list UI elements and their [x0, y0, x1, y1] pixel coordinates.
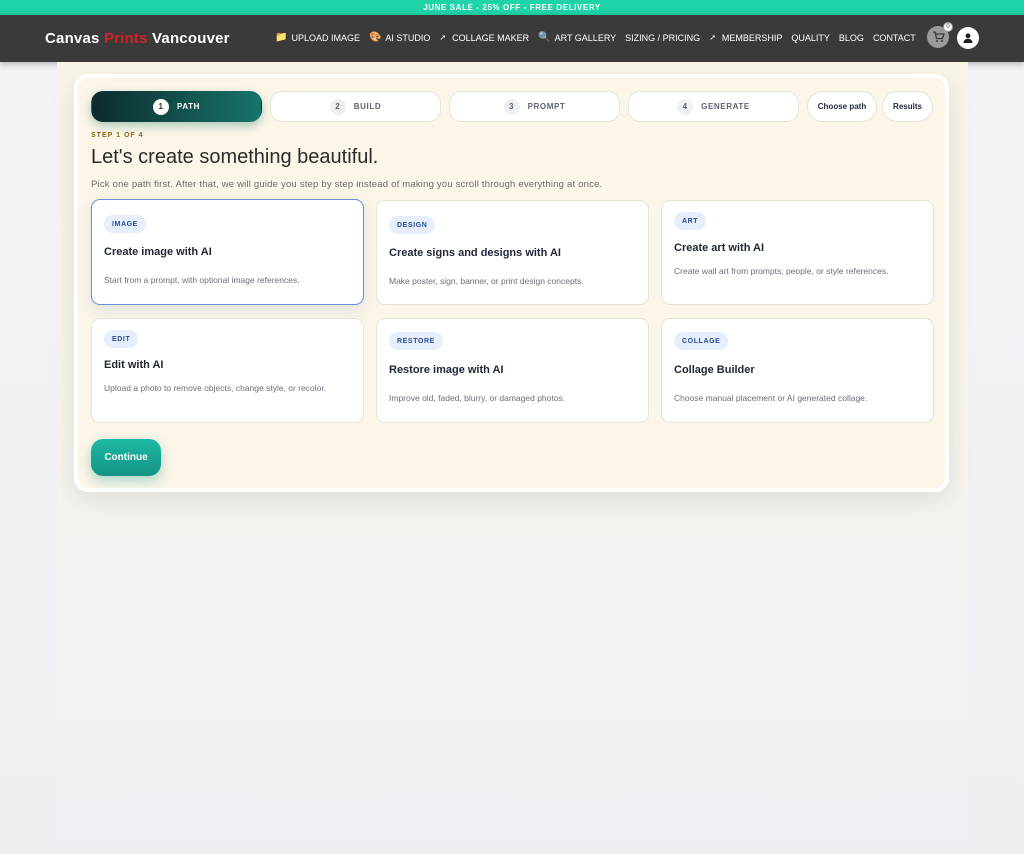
page-subtitle: Pick one path first. After that, we will…	[91, 179, 603, 190]
card-badge: DESIGN	[389, 216, 436, 234]
card-description: Choose manual placement or AI generated …	[674, 393, 868, 403]
step-number: 3	[503, 98, 520, 115]
step-number: 4	[677, 98, 694, 115]
card-badge: COLLAGE	[674, 332, 729, 350]
logo-text-vancouver: Vancouver	[147, 30, 230, 47]
logo-text-prints: Prints	[103, 30, 148, 47]
card-description: Start from a prompt, with optional image…	[104, 275, 300, 285]
nav-art-gallery[interactable]: 🔍 ART GALLERY	[538, 32, 616, 43]
site-header: Canvas Prints Vancouver 📁 UPLOAD IMAGE 🎨…	[0, 15, 1024, 62]
account-button[interactable]	[957, 27, 979, 49]
path-card-edit[interactable]: EDIT Edit with AI Upload a photo to remo…	[91, 318, 364, 423]
nav-upload-image[interactable]: 📁 UPLOAD IMAGE	[275, 32, 360, 43]
card-title: Restore image with AI	[389, 364, 504, 376]
logo-text-canvas: Canvas	[45, 30, 104, 47]
card-badge: RESTORE	[389, 332, 443, 350]
card-title: Edit with AI	[104, 359, 164, 371]
results-button[interactable]: Results	[882, 91, 933, 122]
card-description: Create wall art from prompts, people, or…	[674, 266, 889, 276]
palette-icon: 🎨	[368, 32, 382, 43]
card-title: Create image with AI	[104, 246, 212, 258]
card-title: Create art with AI	[674, 242, 765, 254]
promo-banner: JUNE SALE - 25% OFF - FREE DELIVERY	[0, 0, 1024, 15]
card-badge: IMAGE	[104, 215, 146, 233]
step-path[interactable]: 1 PATH	[91, 91, 262, 122]
cart-button[interactable]: 0	[927, 22, 953, 48]
nav-sizing-pricing[interactable]: SIZING / PRICING	[625, 33, 700, 43]
step-label: PATH	[177, 102, 200, 111]
nav-label: COLLAGE MAKER	[452, 32, 530, 43]
nav-label: AI STUDIO	[385, 32, 431, 43]
choose-path-button[interactable]: Choose path	[807, 91, 877, 122]
card-description: Make poster, sign, banner, or print desi…	[389, 276, 584, 286]
step-label: GENERATE	[701, 102, 750, 111]
step-counter: STEP 1 OF 4	[91, 132, 144, 139]
step-label: PROMPT	[527, 102, 566, 111]
cart-icon	[932, 31, 945, 42]
nav-label: ART GALLERY	[554, 32, 617, 43]
step-number: 2	[329, 98, 346, 115]
nav-label: SIZING / PRICING	[625, 32, 701, 43]
nav-label: BLOG	[838, 32, 864, 43]
nav-label: MEMBERSHIP	[721, 32, 783, 43]
promo-text: JUNE SALE - 25% OFF - FREE DELIVERY	[423, 3, 601, 12]
arrow-icon: ➚	[709, 33, 716, 42]
page-title: Let's create something beautiful.	[91, 146, 379, 168]
card-title: Collage Builder	[674, 364, 755, 376]
cart-count-badge: 0	[943, 22, 953, 32]
nav-membership[interactable]: ➚ MEMBERSHIP	[709, 33, 782, 43]
main-nav: 📁 UPLOAD IMAGE 🎨 AI STUDIO ➚ COLLAGE MAK…	[275, 32, 916, 43]
wizard-steps: 1 PATH 2 BUILD 3 PROMPT 4 GENERATE	[91, 91, 799, 122]
card-badge: EDIT	[104, 330, 139, 348]
step-prompt[interactable]: 3 PROMPT	[449, 91, 620, 122]
step-generate[interactable]: 4 GENERATE	[628, 91, 799, 122]
card-description: Upload a photo to remove objects, change…	[104, 383, 327, 393]
card-description: Improve old, faded, blurry, or damaged p…	[389, 393, 566, 403]
card-title: Create signs and designs with AI	[389, 247, 561, 259]
path-card-design[interactable]: DESIGN Create signs and designs with AI …	[376, 200, 649, 305]
path-card-image[interactable]: IMAGE Create image with AI Start from a …	[91, 199, 364, 305]
path-card-restore[interactable]: RESTORE Restore image with AI Improve ol…	[376, 318, 649, 423]
nav-blog[interactable]: BLOG	[839, 33, 864, 43]
step-number: 1	[153, 98, 169, 115]
nav-label: UPLOAD IMAGE	[291, 32, 360, 43]
folder-icon: 📁	[275, 32, 288, 43]
step-build[interactable]: 2 BUILD	[270, 91, 441, 122]
nav-contact[interactable]: CONTACT	[873, 33, 916, 43]
card-badge: ART	[674, 212, 707, 230]
continue-button[interactable]: Continue	[91, 439, 161, 476]
site-logo[interactable]: Canvas Prints Vancouver	[45, 30, 230, 47]
arrow-icon: ➚	[439, 33, 447, 42]
path-card-art[interactable]: ART Create art with AI Create wall art f…	[661, 200, 934, 305]
user-icon	[963, 33, 973, 43]
nav-label: CONTACT	[872, 32, 916, 43]
step-label: BUILD	[353, 102, 382, 111]
ai-wizard-panel: 1 PATH 2 BUILD 3 PROMPT 4 GENERATE Choos…	[74, 74, 949, 492]
nav-label: QUALITY	[791, 32, 830, 43]
path-card-collage[interactable]: COLLAGE Collage Builder Choose manual pl…	[661, 318, 934, 423]
nav-collage-maker[interactable]: ➚ COLLAGE MAKER	[439, 33, 529, 43]
nav-ai-studio[interactable]: 🎨 AI STUDIO	[369, 32, 430, 43]
magnifier-icon: 🔍	[538, 32, 551, 43]
nav-quality[interactable]: QUALITY	[791, 33, 830, 43]
